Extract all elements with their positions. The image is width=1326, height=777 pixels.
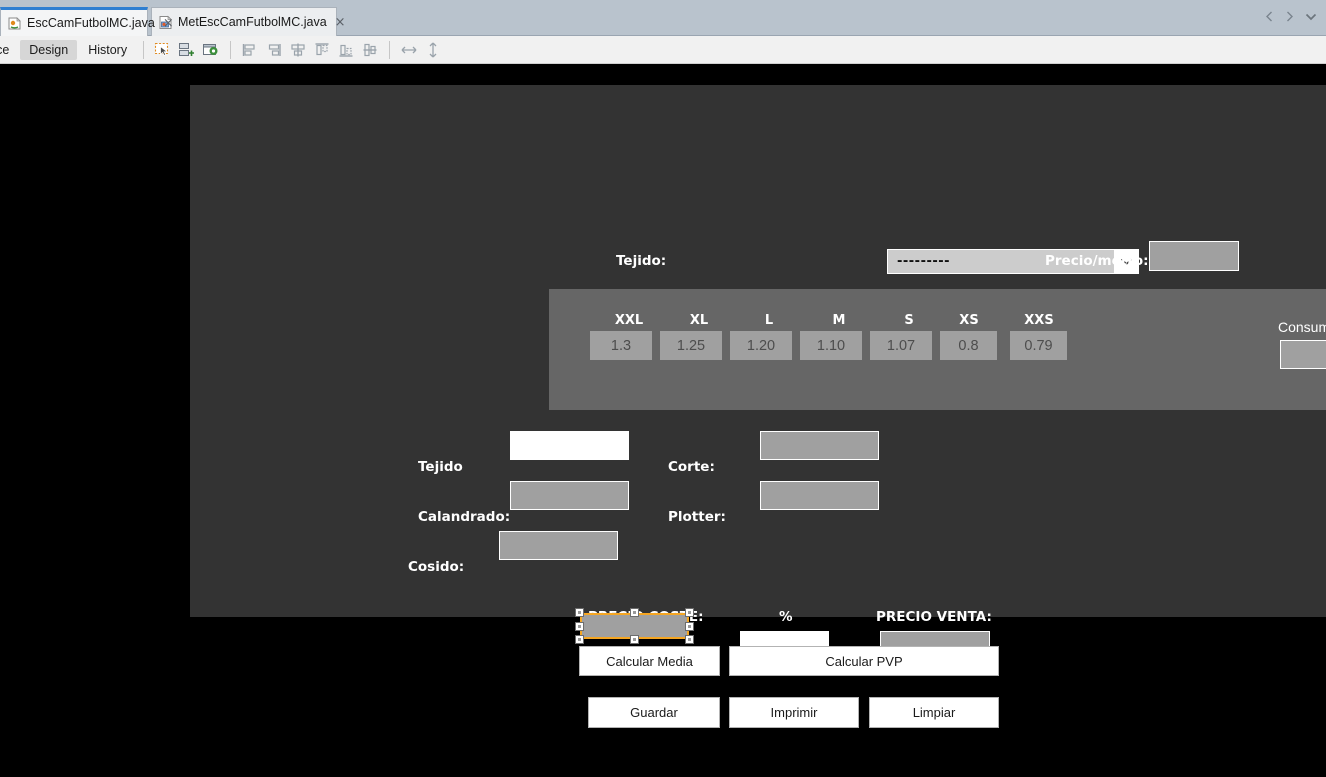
label-tejido-combo: Tejido: bbox=[616, 253, 667, 269]
tab-history[interactable]: History bbox=[79, 40, 136, 60]
connection-mode-icon[interactable] bbox=[177, 40, 197, 60]
button-calcular-media[interactable]: Calcular Media bbox=[579, 646, 720, 676]
designer-toolbar: ource Design History bbox=[0, 36, 1326, 64]
input-size-xxl[interactable]: 1.3 bbox=[590, 331, 652, 360]
editor-tab-esccamfutbolmc[interactable]: EscCamFutbolMC.java × bbox=[0, 7, 174, 36]
tab-navigation-controls bbox=[1264, 10, 1318, 23]
editor-tab-label: MetEscCamFutbolMC.java bbox=[178, 15, 327, 29]
close-icon[interactable]: × bbox=[335, 16, 346, 29]
input-size-xxs[interactable]: 0.79 bbox=[1010, 331, 1067, 360]
label-calandrado: Calandrado: bbox=[418, 509, 511, 525]
label-tejido-cost: Tejido bbox=[418, 459, 463, 475]
input-size-s[interactable]: 1.07 bbox=[870, 331, 932, 360]
input-size-l[interactable]: 1.20 bbox=[730, 331, 792, 360]
input-size-xl[interactable]: 1.25 bbox=[660, 331, 722, 360]
input-plotter[interactable] bbox=[760, 481, 879, 510]
input-size-xs[interactable]: 0.8 bbox=[940, 331, 997, 360]
toolbar-divider bbox=[389, 40, 391, 59]
editor-tab-label: EscCamFutbolMC.java bbox=[27, 16, 155, 30]
size-header-xxl: XXL bbox=[614, 313, 644, 328]
resize-handle-w[interactable] bbox=[575, 621, 584, 631]
size-header-xs: XS bbox=[959, 313, 979, 328]
preview-design-icon[interactable] bbox=[201, 40, 221, 60]
button-limpiar[interactable]: Limpiar bbox=[869, 697, 999, 728]
input-consumo-medio[interactable] bbox=[1280, 340, 1326, 369]
resize-handle-sw[interactable] bbox=[575, 635, 584, 644]
align-top-icon bbox=[312, 40, 332, 60]
resize-horizontally-icon bbox=[399, 40, 419, 60]
resize-handle-s[interactable] bbox=[630, 635, 639, 644]
chevron-right-icon[interactable] bbox=[1284, 10, 1295, 23]
align-right-icon bbox=[264, 40, 284, 60]
center-horizontally-icon bbox=[288, 40, 308, 60]
toolbar-divider bbox=[230, 40, 232, 59]
java-file-icon bbox=[7, 16, 22, 31]
tab-source[interactable]: ource bbox=[0, 40, 18, 60]
label-precio-venta: PRECIO VENTA: bbox=[876, 609, 992, 625]
editor-tab-metesccamfutbolmc[interactable]: MetEscCamFutbolMC.java × bbox=[151, 7, 346, 36]
label-consumo-medio: Consumo Medio bbox=[1278, 319, 1326, 335]
toolbar-divider bbox=[143, 40, 145, 59]
align-bottom-icon bbox=[336, 40, 356, 60]
selection-mode-icon[interactable] bbox=[153, 40, 173, 60]
selection-overlay-precio-coste[interactable] bbox=[575, 608, 694, 644]
input-precio-metro[interactable] bbox=[1149, 241, 1239, 271]
label-plotter: Plotter: bbox=[668, 509, 726, 525]
label-corte: Corte: bbox=[668, 459, 715, 475]
size-header-l: L bbox=[764, 313, 774, 328]
input-cosido[interactable] bbox=[499, 531, 618, 560]
resize-handle-nw[interactable] bbox=[575, 608, 584, 617]
center-vertically-icon bbox=[360, 40, 380, 60]
chevron-left-icon[interactable] bbox=[1264, 10, 1275, 23]
size-header-xl: XL bbox=[689, 313, 709, 328]
resize-handle-se[interactable] bbox=[685, 635, 694, 644]
tab-design[interactable]: Design bbox=[20, 39, 78, 60]
size-header-xxs: XXS bbox=[1024, 313, 1054, 328]
resize-handle-n[interactable] bbox=[630, 608, 639, 617]
chevron-down-icon[interactable] bbox=[1304, 10, 1318, 23]
resize-vertically-icon bbox=[423, 40, 443, 60]
size-header-s: S bbox=[904, 313, 914, 328]
input-tejido-cost[interactable] bbox=[510, 431, 629, 460]
form-title: Camiseta Futbol MC bbox=[190, 64, 1326, 68]
button-imprimir[interactable]: Imprimir bbox=[729, 697, 859, 728]
input-calandrado[interactable] bbox=[510, 481, 629, 510]
resize-handle-ne[interactable] bbox=[685, 608, 694, 617]
label-precio-metro: Precio/metro: bbox=[1045, 253, 1149, 269]
editor-tab-bar: EscCamFutbolMC.java × MetEscCamFutbolMC.… bbox=[0, 0, 1326, 36]
button-calcular-pvp[interactable]: Calcular PVP bbox=[729, 646, 999, 676]
label-porcentaje: % bbox=[779, 609, 793, 625]
form-background-panel[interactable]: Tejido: --------- Precio/metro: XXL XL L… bbox=[190, 85, 1326, 662]
form-designer-canvas[interactable]: Camiseta Futbol MC Tejido: --------- Pre… bbox=[0, 64, 1326, 777]
align-left-icon bbox=[240, 40, 260, 60]
close-icon[interactable]: × bbox=[163, 17, 174, 30]
input-corte[interactable] bbox=[760, 431, 879, 460]
resize-handle-e[interactable] bbox=[685, 621, 694, 631]
size-header-m: M bbox=[832, 313, 846, 328]
button-guardar[interactable]: Guardar bbox=[588, 697, 720, 728]
label-cosido: Cosido: bbox=[408, 559, 465, 575]
input-size-m[interactable]: 1.10 bbox=[800, 331, 862, 360]
sizes-panel: XXL XL L M S XS XXS 1.3 1.25 1.20 1.10 1… bbox=[549, 289, 1326, 410]
